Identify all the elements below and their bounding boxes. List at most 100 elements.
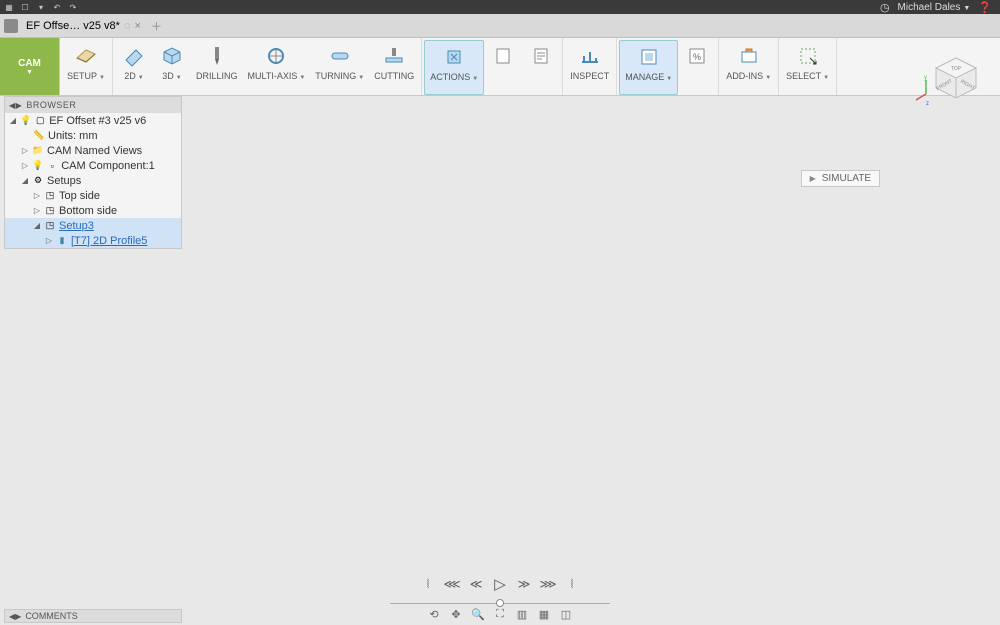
document-tab[interactable]: EF Offse… v25 v8* ◌ ×	[22, 20, 145, 32]
browser-units[interactable]: 📏 Units: mm	[5, 128, 181, 143]
component-label: CAM Component:1	[61, 160, 155, 172]
sim-small-2[interactable]	[522, 40, 560, 95]
twisty-icon[interactable]: ◢	[33, 221, 41, 230]
addins-icon	[736, 43, 762, 69]
user-menu[interactable]: Michael Dales	[898, 2, 971, 13]
setup-label: SETUP	[67, 71, 105, 81]
viewcube[interactable]: TOP FRONT RIGHT y z	[928, 50, 984, 106]
doc-icon: ▢	[34, 115, 46, 127]
manage-icon	[636, 44, 662, 70]
file-icon[interactable]: ☐	[20, 2, 30, 12]
unsaved-dot-icon: ◌	[124, 20, 131, 32]
setup3-label: Setup3	[59, 220, 94, 232]
new-tab-button[interactable]: ＋	[151, 18, 162, 34]
orbit-icon[interactable]: ⟲	[427, 607, 441, 621]
browser-setups[interactable]: ◢ ⚙ Setups	[5, 173, 181, 188]
help-icon[interactable]: ❓	[978, 1, 992, 14]
addins-button[interactable]: ADD-INS	[721, 40, 776, 95]
tool-spindle	[516, 96, 568, 214]
actions-button[interactable]: ACTIONS	[424, 40, 484, 95]
next-op-icon[interactable]: ⋙	[541, 577, 555, 591]
bulb-icon[interactable]: 💡	[20, 115, 31, 126]
browser-setup3[interactable]: ◢ ◳ Setup3	[5, 218, 181, 233]
cutting-label: CUTTING	[374, 71, 414, 81]
step-fwd-icon[interactable]: ≫	[517, 577, 531, 591]
clock-icon[interactable]: ◷	[880, 1, 890, 14]
close-icon[interactable]: ×	[135, 20, 141, 32]
collapse-icon[interactable]: ◀▶	[9, 101, 22, 110]
multiaxis-button[interactable]: MULTI-AXIS	[242, 40, 310, 95]
twisty-icon[interactable]: ▷	[21, 161, 29, 170]
2d-label: 2D	[124, 71, 143, 81]
pan-icon[interactable]: ✥	[449, 607, 463, 621]
twisty-icon[interactable]: ▷	[33, 191, 41, 200]
browser-header[interactable]: ◀▶ BROWSER	[5, 97, 181, 113]
browser-profile-op[interactable]: ▷ ▮ [T7] 2D Profile5	[5, 233, 181, 248]
turning-icon	[327, 43, 353, 69]
3d-button[interactable]: 3D	[153, 40, 191, 95]
twisty-icon[interactable]: ▷	[33, 206, 41, 215]
workspace-switcher[interactable]: CAM ▼	[0, 38, 60, 95]
save-icon[interactable]: ▾	[36, 2, 46, 12]
playback-slider[interactable]	[390, 601, 610, 605]
browser-component[interactable]: ▷ 💡 ▫ CAM Component:1	[5, 158, 181, 173]
viewports-icon[interactable]: ◫	[559, 607, 573, 621]
grid-icon[interactable]: ▦	[4, 2, 14, 12]
select-button[interactable]: SELECT	[781, 40, 834, 95]
fit-icon[interactable]: ⛶	[493, 607, 507, 621]
grid-icon[interactable]: ▦	[537, 607, 551, 621]
manage-button[interactable]: MANAGE	[619, 40, 678, 95]
actions-label: ACTIONS	[430, 72, 478, 82]
undo-icon[interactable]: ↶	[52, 2, 62, 12]
cutting-button[interactable]: CUTTING	[369, 40, 419, 95]
svg-text:y: y	[924, 75, 927, 81]
browser-named-views[interactable]: ▷ 📁 CAM Named Views	[5, 143, 181, 158]
setup-button[interactable]: SETUP	[62, 40, 110, 95]
play-icon[interactable]: ▷	[493, 577, 507, 591]
browser-root[interactable]: ◢ 💡 ▢ EF Offset #3 v25 v6	[5, 113, 181, 128]
browser-bottom-side[interactable]: ▷ ◳ Bottom side	[5, 203, 181, 218]
bulb-icon[interactable]: 💡	[32, 160, 43, 171]
manage-small[interactable]: %	[678, 40, 716, 95]
twisty-icon[interactable]: ◢	[9, 116, 17, 125]
twisty-icon[interactable]: ▷	[45, 236, 53, 245]
root-label: EF Offset #3 v25 v6	[49, 115, 146, 127]
sim-small-1[interactable]	[484, 40, 522, 95]
browser-title: BROWSER	[26, 100, 76, 110]
collapse-icon[interactable]: ◀▶	[9, 612, 21, 621]
svg-text:TOP: TOP	[951, 66, 962, 72]
setups-icon: ⚙	[32, 175, 44, 187]
user-bar: ◷ Michael Dales ❓	[880, 0, 992, 14]
skip-end-icon[interactable]: ⦚	[565, 577, 579, 591]
zoom-icon[interactable]: 🔍	[471, 607, 485, 621]
expand-icon[interactable]: ▶	[810, 174, 816, 183]
step-back-icon[interactable]: ≪	[469, 577, 483, 591]
addins-label: ADD-INS	[726, 71, 771, 81]
drilling-icon	[204, 43, 230, 69]
2d-button[interactable]: 2D	[115, 40, 153, 95]
redo-icon[interactable]: ↷	[68, 2, 78, 12]
setup-icon	[73, 43, 99, 69]
multiaxis-icon	[263, 43, 289, 69]
multiaxis-label: MULTI-AXIS	[247, 71, 305, 81]
slider-thumb[interactable]	[496, 599, 504, 607]
cutting-icon	[381, 43, 407, 69]
prev-op-icon[interactable]: ⋘	[445, 577, 459, 591]
simulate-panel-header[interactable]: ▶ SIMULATE	[801, 170, 880, 187]
ribbon-toolbar: CAM ▼ SETUP 2D 3D DRILLING MULTI-AXIS	[0, 38, 1000, 96]
comments-panel-header[interactable]: ◀▶ COMMENTS	[4, 609, 182, 623]
toolpath-icon: ▮	[56, 235, 68, 247]
turning-button[interactable]: TURNING	[310, 40, 369, 95]
twisty-icon[interactable]: ▷	[21, 146, 29, 155]
simulate-label: SIMULATE	[822, 173, 871, 184]
drilling-button[interactable]: DRILLING	[191, 40, 243, 95]
bottom-label: Bottom side	[59, 205, 117, 217]
sheet1-icon	[490, 43, 516, 69]
browser-top-side[interactable]: ▷ ◳ Top side	[5, 188, 181, 203]
folder-icon: 📁	[32, 145, 44, 157]
setup-item-icon: ◳	[44, 205, 56, 217]
skip-start-icon[interactable]: ⦚	[421, 577, 435, 591]
display-icon[interactable]: ▥	[515, 607, 529, 621]
inspect-button[interactable]: INSPECT	[565, 40, 614, 95]
twisty-icon[interactable]: ◢	[21, 176, 29, 185]
